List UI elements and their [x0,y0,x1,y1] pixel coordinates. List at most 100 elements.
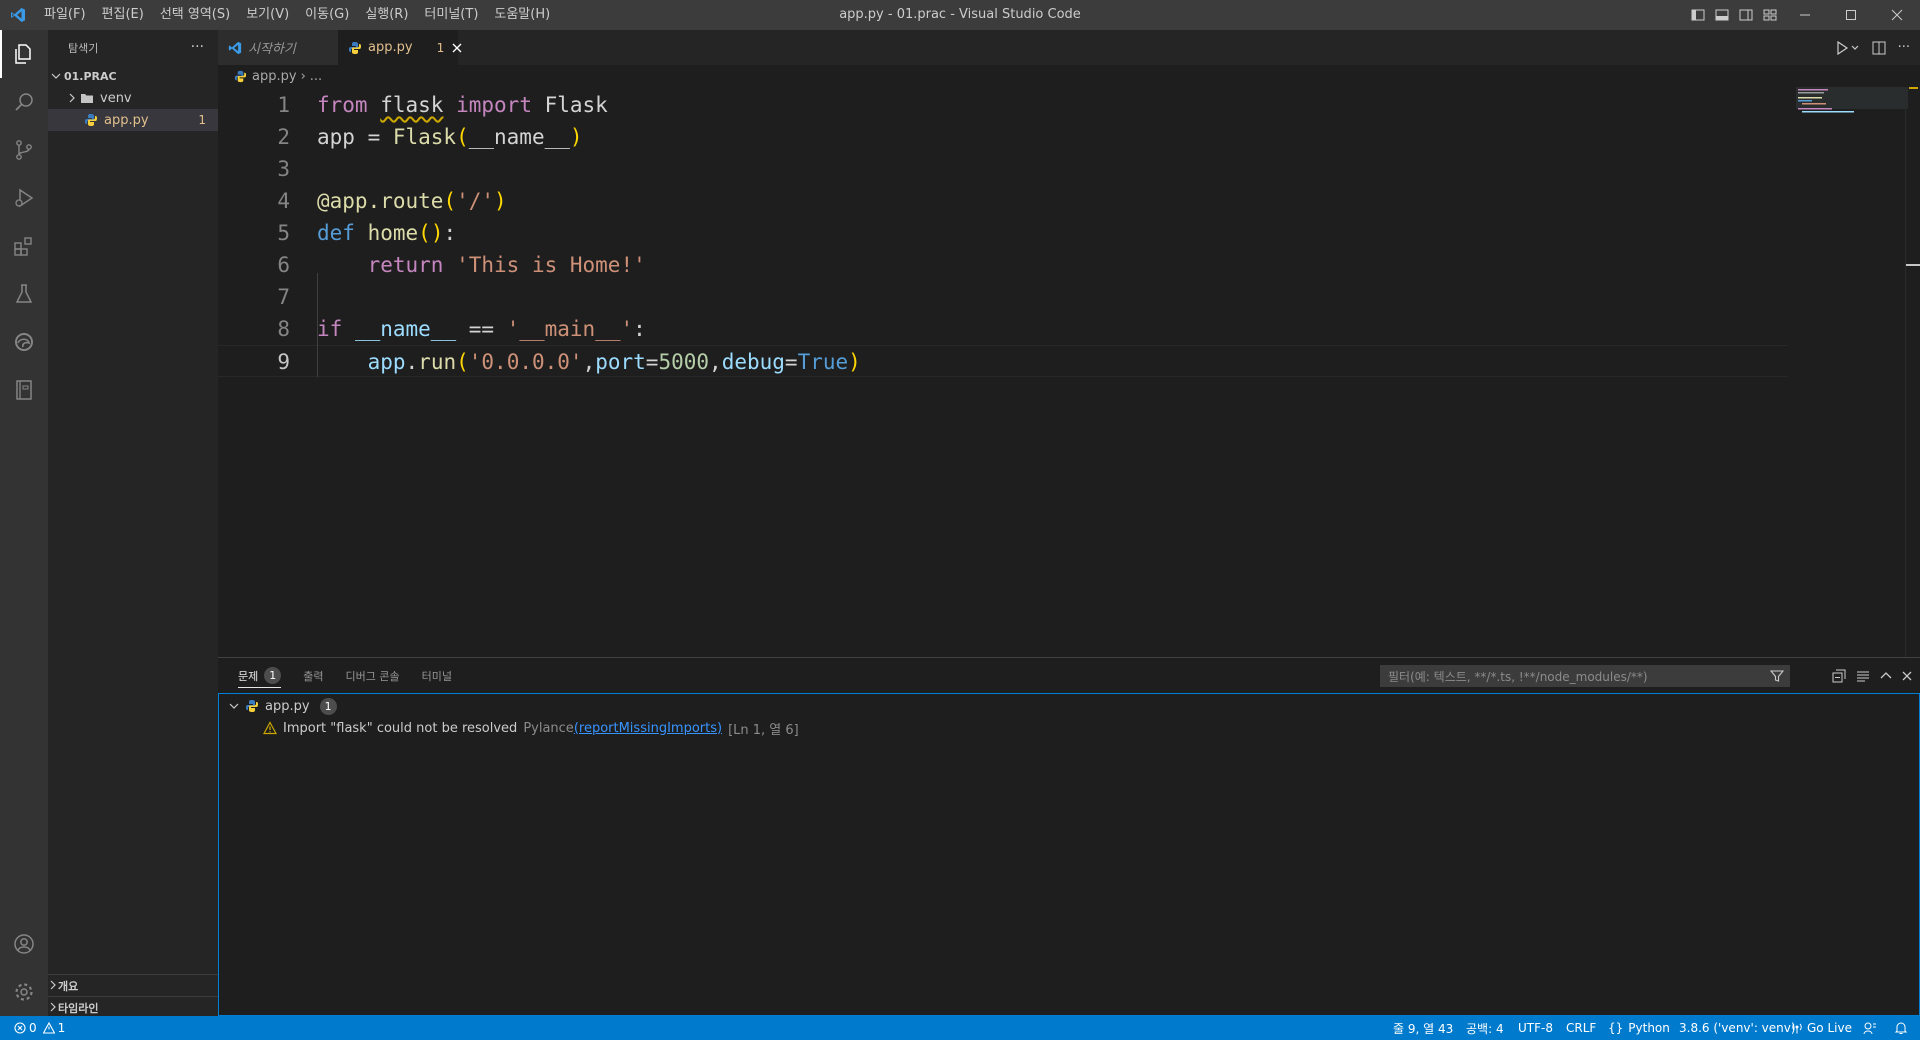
problems-filter-input[interactable]: 필터(예: 텍스트, **/*.ts, !**/node_modules/**) [1380,665,1790,687]
vertical-scrollbar[interactable] [1905,87,1920,657]
vscode-logo-icon [0,0,36,30]
line-number: 4 [277,189,290,213]
code-line: 6 return 'This is Home!' [218,249,1788,281]
code-line: 8 if __name__ == '__main__': [218,313,1788,345]
extensions-icon[interactable] [0,222,48,270]
tab-output[interactable]: 출력 [303,658,323,693]
customize-layout-icon[interactable] [1758,0,1782,30]
problem-source: Pylance [523,720,574,736]
notebook-icon[interactable] [0,366,48,414]
tab-app-py[interactable]: app.py 1 [338,30,462,65]
tab-label: 문제 [238,669,259,683]
indentation[interactable]: 공백: 4 [1466,1016,1504,1040]
minimize-icon[interactable] [1782,0,1828,30]
explorer-icon[interactable] [0,30,48,78]
tab-label: 디버그 콘솔 [345,669,400,683]
workspace-folder-header[interactable]: 01.PRAC [48,65,218,87]
go-live-label: Go Live [1807,1021,1852,1035]
timeline-label: 타임라인 [58,1002,99,1015]
toggle-panel-icon[interactable] [1710,0,1734,30]
testing-icon[interactable] [0,270,48,318]
menu-selection[interactable]: 선택 영역(S) [152,0,238,30]
problem-count-badge: 1 [198,113,206,127]
view-as-tree-icon[interactable] [1856,669,1870,683]
minimap[interactable] [1796,87,1908,117]
settings-gear-icon[interactable] [0,968,48,1016]
problem-file-count-badge: 1 [319,697,337,715]
line-number: 3 [277,157,290,181]
code-editor[interactable]: 1 from flask import Flask 2 app = Flask(… [218,87,1920,657]
notifications-bell-icon[interactable] [1894,1016,1908,1040]
tab-terminal[interactable]: 터미널 [422,658,452,693]
status-bar: 0 1 줄 9, 열 43 공백: 4 UTF-8 CRLF {} Python… [0,1016,1920,1040]
problem-file-name: app.py [265,698,310,714]
account-icon[interactable] [0,920,48,968]
breadcrumb-file[interactable]: app.py [252,69,297,84]
tab-debug-console[interactable]: 디버그 콘솔 [346,658,400,693]
code-text: @app.route('/') [317,189,507,213]
tab-label: 시작하기 [248,42,296,57]
python-file-icon [234,70,247,83]
code-text: from flask import Flask [317,93,608,117]
maximize-icon[interactable] [1828,0,1874,30]
end-of-line[interactable]: CRLF [1566,1016,1596,1040]
outline-section[interactable]: 개요 [48,974,218,997]
cursor-position[interactable]: 줄 9, 열 43 [1393,1016,1453,1040]
tree-item-venv[interactable]: venv [48,87,218,109]
tab-label: 터미널 [421,669,452,683]
split-editor-icon[interactable] [1872,41,1886,55]
more-actions-icon[interactable]: ··· [1898,40,1910,55]
close-panel-icon[interactable] [1902,671,1912,681]
broadcast-icon [1791,1022,1803,1034]
close-window-icon[interactable] [1874,0,1920,30]
language-mode[interactable]: {} Python [1608,1016,1670,1040]
tree-item-app-py[interactable]: app.py 1 [48,109,218,131]
panel-tab-bar: 문제 1 출력 디버그 콘솔 터미널 [218,658,474,693]
breadcrumb: app.py › ... [218,65,1920,87]
menu-run[interactable]: 실행(R) [357,0,416,30]
tab-problems[interactable]: 문제 1 [238,658,282,693]
run-debug-icon[interactable] [0,174,48,222]
go-live-button[interactable]: Go Live [1791,1016,1852,1040]
warning-count: 1 [57,1021,66,1035]
toggle-sidebar-icon[interactable] [1686,0,1710,30]
code-line: 5 def home(): [218,217,1788,249]
menu-file[interactable]: 파일(F) [36,0,94,30]
code-line: 2 app = Flask(__name__) [218,121,1788,153]
editor-tab-bar: 시작하기 app.py 1 ··· [218,30,1920,65]
collapse-all-icon[interactable] [1832,669,1846,683]
problem-row[interactable]: Import "flask" could not be resolved Pyl… [263,717,799,739]
filter-placeholder: 필터(예: 텍스트, **/*.ts, !**/node_modules/**) [1388,669,1648,684]
language-label: Python [1628,1021,1670,1035]
panel-actions [1832,658,1912,693]
menu-help[interactable]: 도움말(H) [486,0,558,30]
close-tab-icon[interactable] [452,43,462,53]
python-file-icon [245,699,259,713]
bottom-panel: 문제 1 출력 디버그 콘솔 터미널 필터(예: 텍스트, **/*.ts, !… [218,657,1920,1016]
python-file-icon [84,113,98,127]
maximize-panel-icon[interactable] [1880,670,1892,682]
problem-file-row[interactable]: app.py 1 [229,695,337,717]
menu-edit[interactable]: 편집(E) [94,0,152,30]
editor-actions: ··· [1836,30,1910,65]
problem-code-link[interactable]: (reportMissingImports) [574,721,722,736]
more-actions-icon[interactable]: ··· [191,30,204,65]
python-interpreter[interactable]: 3.8.6 ('venv': venv) [1679,1016,1796,1040]
run-python-file-icon[interactable] [1836,40,1860,55]
feedback-icon[interactable] [1863,1016,1877,1040]
edge-devtools-icon[interactable] [0,318,48,366]
toggle-secondary-sidebar-icon[interactable] [1734,0,1758,30]
breadcrumb-symbols[interactable]: ... [310,69,322,84]
menu-view[interactable]: 보기(V) [238,0,297,30]
problems-status[interactable]: 0 1 [14,1016,65,1040]
menu-terminal[interactable]: 터미널(T) [416,0,486,30]
filter-icon[interactable] [1770,669,1784,683]
encoding[interactable]: UTF-8 [1518,1016,1553,1040]
menu-go[interactable]: 이동(G) [297,0,357,30]
source-control-icon[interactable] [0,126,48,174]
tab-welcome[interactable]: 시작하기 [218,30,338,65]
problems-count-badge: 1 [264,667,282,684]
search-icon[interactable] [0,78,48,126]
tab-label: app.py [368,40,413,55]
problem-message: Import "flask" could not be resolved [283,720,518,736]
